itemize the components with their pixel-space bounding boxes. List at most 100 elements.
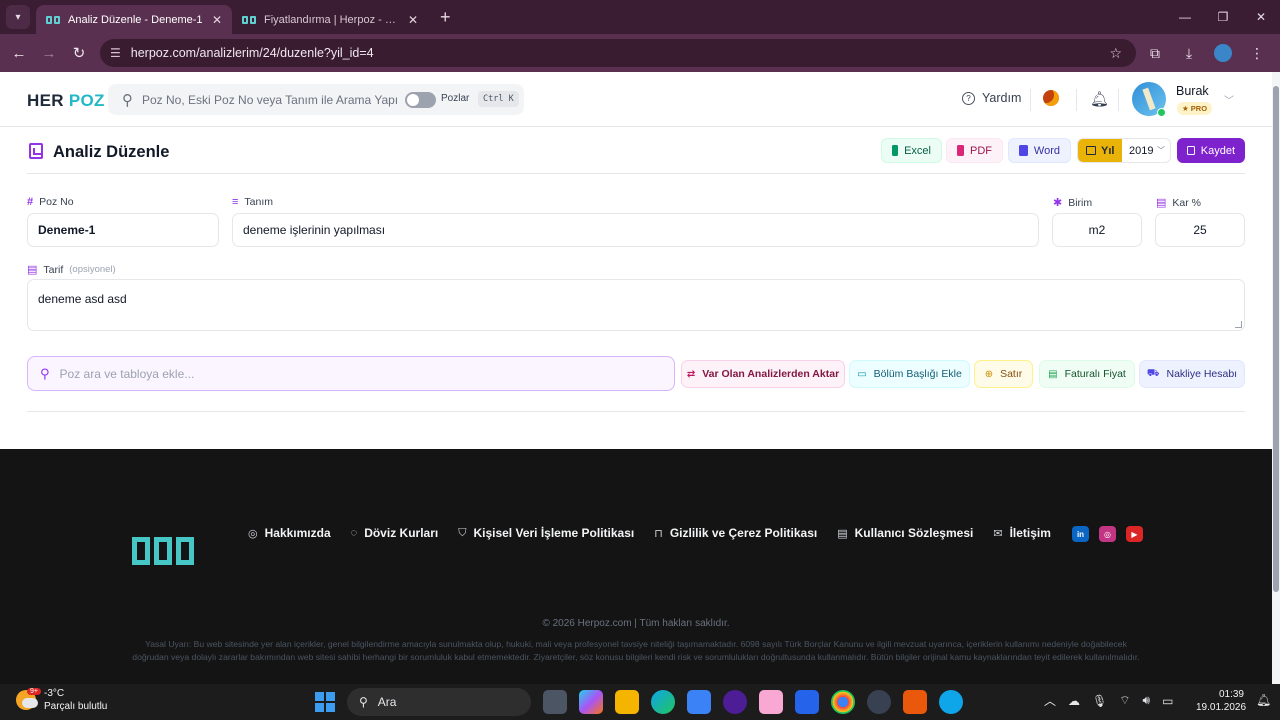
wifi-icon[interactable]: ⌔ bbox=[1119, 693, 1130, 708]
birim-label: ✱ Birim bbox=[1053, 196, 1092, 210]
user-name[interactable]: Burak bbox=[1176, 84, 1209, 98]
volume-icon[interactable]: 🔊︎ bbox=[1143, 693, 1151, 708]
add-section-header-button[interactable]: ▭ Bölüm Başlığı Ekle bbox=[849, 360, 970, 388]
birim-input[interactable]: m2 bbox=[1052, 213, 1142, 247]
store-icon[interactable] bbox=[687, 690, 711, 714]
footer-logo[interactable] bbox=[132, 537, 194, 565]
footer-link-kvkk[interactable]: ⛉ Kişisel Veri İşleme Politikası bbox=[458, 526, 634, 540]
address-bar[interactable]: ☰ herpoz.com/analizlerim/24/duzenle?yil_… bbox=[100, 39, 1136, 67]
profile-avatar-icon[interactable] bbox=[1208, 39, 1238, 67]
url-text: herpoz.com/analizlerim/24/duzenle?yil_id… bbox=[130, 46, 374, 60]
shield-icon: ⛉ bbox=[458, 526, 467, 539]
microphone-icon[interactable]: 🎙︎ bbox=[1092, 694, 1107, 708]
youtube-icon[interactable]: ▶ bbox=[1126, 526, 1143, 542]
close-tab-icon[interactable]: ✕ bbox=[408, 13, 418, 27]
weather-widget[interactable]: 9+ -3°C Parçalı bulutlu bbox=[16, 687, 107, 713]
mail-app-icon[interactable] bbox=[795, 690, 819, 714]
app-icon[interactable] bbox=[723, 690, 747, 714]
obs-icon[interactable] bbox=[867, 690, 891, 714]
truck-icon: ⛟ bbox=[1146, 367, 1160, 379]
back-icon[interactable]: ← bbox=[4, 38, 34, 68]
lines-icon: ≡ bbox=[232, 196, 239, 208]
export-word-button[interactable]: Word bbox=[1008, 138, 1071, 163]
browser-tab[interactable]: Fiyatlandırma | Herpoz - Birim F ✕ bbox=[232, 5, 428, 34]
chevron-up-icon[interactable]: ︿ bbox=[1044, 692, 1056, 709]
site-info-icon[interactable]: ☰ bbox=[110, 46, 121, 60]
save-icon bbox=[1187, 146, 1195, 155]
more-menu-icon[interactable]: ⋮ bbox=[1242, 39, 1272, 67]
download-icon[interactable]: ⤓ bbox=[1174, 39, 1204, 67]
import-from-analyses-button[interactable]: ⇄ Var Olan Analizlerden Aktar bbox=[681, 360, 845, 388]
footer-link-about[interactable]: ◎ Hakkımızda bbox=[248, 526, 331, 540]
export-pdf-button[interactable]: PDF bbox=[946, 138, 1003, 163]
poz-no-input[interactable]: Deneme-1 bbox=[27, 213, 219, 247]
extensions-icon[interactable]: ⧉ bbox=[1140, 39, 1170, 67]
scrollbar-thumb[interactable] bbox=[1273, 86, 1279, 592]
shortcut-hint: Ctrl K bbox=[478, 91, 519, 107]
dark-mode-moon-icon[interactable] bbox=[1043, 90, 1059, 106]
invoiced-price-button[interactable]: ▤ Faturalı Fiyat bbox=[1039, 360, 1135, 388]
herpoz-logo[interactable]: HER POZ bbox=[27, 91, 105, 111]
global-search-input[interactable]: ⚲ Poz No, Eski Poz No veya Tanım ile Ara… bbox=[108, 84, 524, 115]
tanim-input[interactable]: deneme işlerinin yapılması bbox=[232, 213, 1039, 247]
instagram-icon[interactable]: ◎ bbox=[1099, 526, 1116, 542]
edge-browser-icon[interactable] bbox=[651, 690, 675, 714]
chevron-down-icon[interactable]: ﹀ bbox=[1224, 92, 1234, 107]
word-label: Word bbox=[1033, 144, 1060, 157]
onedrive-cloud-icon[interactable]: ☁ bbox=[1068, 694, 1080, 708]
receipt-icon: ▤ bbox=[1048, 368, 1058, 380]
system-clock[interactable]: 01:39 19.01.2026 bbox=[1196, 688, 1246, 714]
footer-link-terms[interactable]: ▤ Kullanıcı Sözleşmesi bbox=[837, 526, 973, 540]
close-tab-icon[interactable]: ✕ bbox=[212, 13, 222, 27]
copilot-icon[interactable] bbox=[579, 690, 603, 714]
site-footer: ◎ Hakkımızda ◌ Döviz Kurları ⛉ Kişisel V… bbox=[0, 449, 1272, 684]
footer-link-currency[interactable]: ◌ Döviz Kurları bbox=[351, 526, 439, 540]
poz-search-input[interactable]: ⚲ Poz ara ve tabloya ekle... bbox=[27, 356, 675, 391]
forward-icon[interactable]: → bbox=[34, 38, 64, 68]
year-value: 2019 bbox=[1129, 145, 1154, 157]
tab-search-chevron-icon[interactable]: ▾ bbox=[6, 5, 30, 29]
file-explorer-icon[interactable] bbox=[615, 690, 639, 714]
chrome-icon[interactable] bbox=[831, 690, 855, 714]
herpoz-favicon-icon bbox=[46, 15, 60, 24]
battery-icon[interactable]: ▭ bbox=[1162, 694, 1173, 708]
mail-icon: ✉ bbox=[993, 527, 1003, 540]
minimize-icon[interactable]: — bbox=[1166, 0, 1204, 34]
docker-icon[interactable] bbox=[939, 690, 963, 714]
year-select[interactable]: Yıl 2019 ﹀ bbox=[1077, 138, 1171, 163]
footer-link-label: Gizlilik ve Çerez Politikası bbox=[669, 526, 818, 540]
taskbar-search-label: Ara bbox=[377, 695, 397, 709]
export-excel-button[interactable]: Excel bbox=[881, 138, 942, 163]
windows-start-icon[interactable] bbox=[315, 692, 335, 712]
linkedin-icon[interactable]: in bbox=[1072, 526, 1089, 542]
close-window-icon[interactable]: ✕ bbox=[1242, 0, 1280, 34]
reload-icon[interactable]: ↻ bbox=[64, 38, 94, 68]
footer-link-contact[interactable]: ✉ İletişim bbox=[993, 526, 1051, 540]
maximize-icon[interactable]: ❐ bbox=[1204, 0, 1242, 34]
kar-input[interactable]: 25 bbox=[1155, 213, 1245, 247]
task-view-icon[interactable] bbox=[543, 690, 567, 714]
pdf-label: PDF bbox=[970, 144, 992, 157]
app-icon[interactable] bbox=[759, 690, 783, 714]
footer-link-privacy[interactable]: ⊓ Gizlilik ve Çerez Politikası bbox=[654, 526, 817, 540]
shipping-calc-button[interactable]: ⛟ Nakliye Hesabı bbox=[1139, 360, 1245, 388]
taskbar-search[interactable]: ⚲ Ara bbox=[347, 688, 531, 716]
pozlar-toggle[interactable] bbox=[405, 92, 436, 108]
bookmark-star-icon[interactable]: ☆ bbox=[1109, 45, 1122, 62]
tarif-textarea[interactable]: deneme asd asd bbox=[27, 279, 1245, 331]
lock-icon: ⊓ bbox=[654, 527, 663, 540]
browser-actions: ⧉ ⤓ ⋮ bbox=[1140, 39, 1272, 67]
new-tab-icon[interactable]: + bbox=[440, 7, 451, 28]
add-row-button[interactable]: ⊕ Satır bbox=[974, 360, 1033, 388]
notification-bell-icon[interactable]: 🔔︎ bbox=[1090, 90, 1109, 108]
browser-tab-active[interactable]: Analiz Düzenle - Deneme-1 ✕ bbox=[36, 5, 232, 34]
help-button[interactable]: ? Yardım bbox=[962, 91, 1021, 105]
taskbar-apps: ⚲ Ara bbox=[315, 688, 963, 716]
swap-arrows-icon: ⇄ bbox=[686, 368, 696, 380]
weather-badge: 9+ bbox=[27, 688, 41, 695]
divider bbox=[1030, 89, 1031, 111]
xampp-icon[interactable] bbox=[903, 690, 927, 714]
notification-center-icon[interactable]: 🔔︎ bbox=[1256, 693, 1271, 707]
excel-label: Excel bbox=[904, 144, 931, 157]
save-button[interactable]: Kaydet bbox=[1177, 138, 1245, 163]
